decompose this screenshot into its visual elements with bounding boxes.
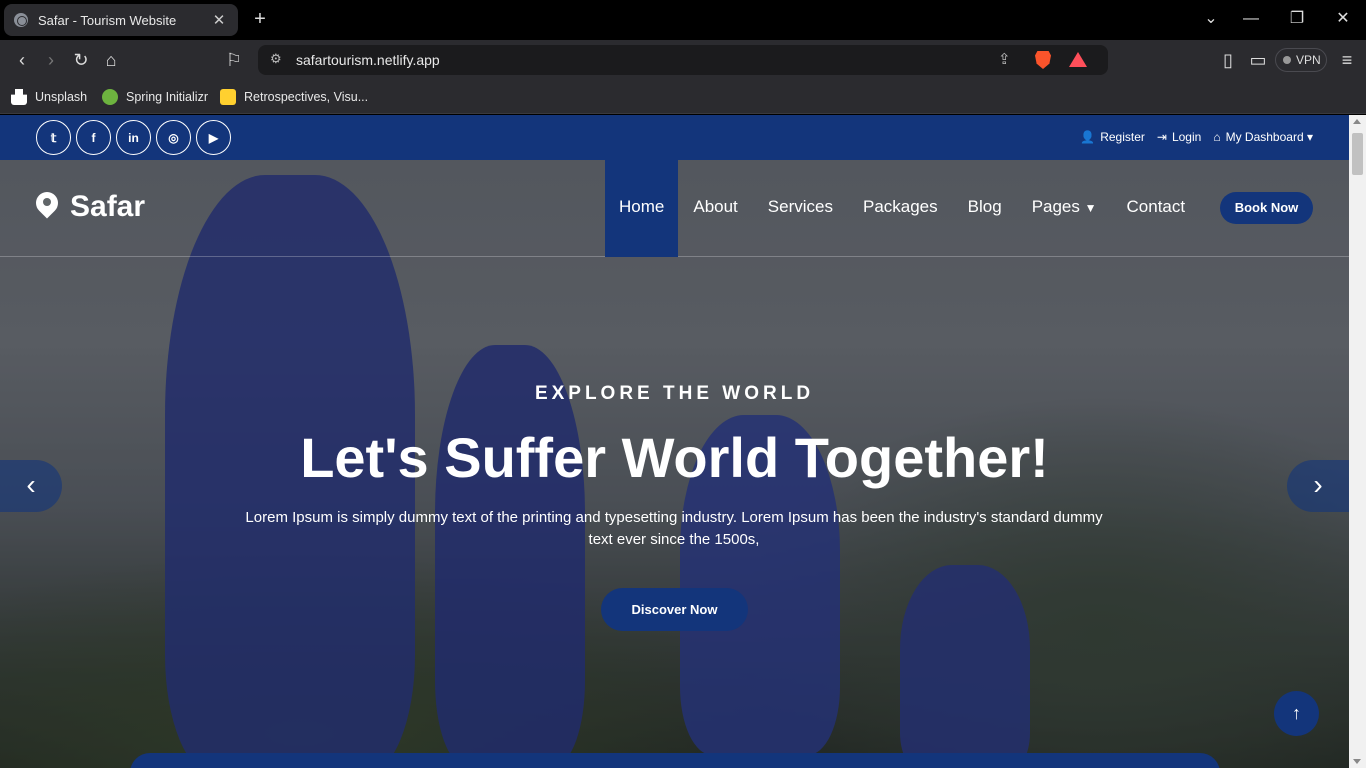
brave-shields-icon[interactable] <box>1035 51 1051 69</box>
nav-pages-label: Pages <box>1031 197 1080 216</box>
browser-tab[interactable]: Safar - Tourism Website ✕ <box>4 4 238 36</box>
bookmark-icon[interactable]: ⚐ <box>221 48 247 72</box>
caret-down-icon: ▾ <box>1306 130 1313 144</box>
browser-toolbar: ‹ › ↻ ⌂ ⚐ ⚙ safartourism.netlify.app ⇪ ▯… <box>0 40 1366 80</box>
nav-pages-dropdown[interactable]: Pages ▼ <box>1017 160 1112 257</box>
minimize-button[interactable]: — <box>1236 8 1266 30</box>
sign-in-icon: ⇥ <box>1156 130 1167 144</box>
login-label: Login <box>1171 130 1202 144</box>
carousel-prev-button[interactable]: ‹ <box>0 460 62 512</box>
chevron-right-icon: › <box>1313 469 1323 500</box>
nav-menu: Home About Services Packages Blog Pages … <box>605 160 1200 257</box>
bookmark-label: Unsplash <box>35 90 88 104</box>
top-bar: 𝕥 f in ◎ ▶ 👤 Register ⇥ Login ⌂ My Dashboar… <box>0 115 1349 160</box>
register-link[interactable]: 👤 Register <box>1080 130 1145 144</box>
dashboard-dropdown[interactable]: ⌂ My Dashboard ▾ <box>1213 130 1313 144</box>
bookmark-retrospectives[interactable]: Retrospectives, Visu... <box>220 87 368 107</box>
site-logo[interactable]: Safar <box>36 190 145 224</box>
restore-button[interactable]: ❐ <box>1282 8 1312 30</box>
url-text: safartourism.netlify.app <box>296 52 440 68</box>
brave-rewards-icon[interactable] <box>1069 52 1087 67</box>
logo-text: Safar <box>70 190 146 223</box>
hero-headline: Let's Suffer World Together! <box>300 426 1049 489</box>
login-link[interactable]: ⇥ Login <box>1157 130 1201 144</box>
address-bar[interactable]: ⚙ safartourism.netlify.app ⇪ <box>258 45 1108 75</box>
nav-contact[interactable]: Contact <box>1112 160 1201 257</box>
house-icon: ⌂ <box>1213 130 1221 144</box>
scroll-up-icon[interactable] <box>1353 119 1361 124</box>
share-icon[interactable]: ⇪ <box>998 50 1011 68</box>
scrollbar-thumb[interactable] <box>1352 133 1363 175</box>
back-to-top-button[interactable]: ↑ <box>1274 691 1319 736</box>
bookmark-unsplash[interactable]: Unsplash <box>11 87 87 107</box>
youtube-icon[interactable]: ▶ <box>196 120 231 155</box>
nav-home[interactable]: Home <box>605 160 679 257</box>
tab-search-icon[interactable]: ⌄ <box>1196 8 1226 30</box>
discover-now-button[interactable]: Discover Now <box>601 588 748 631</box>
facebook-icon[interactable]: f <box>76 120 111 155</box>
miro-icon <box>220 89 236 105</box>
tab-title: Safar - Tourism Website <box>38 12 177 28</box>
menu-icon[interactable]: ≡ <box>1334 48 1360 72</box>
bookmarks-bar: Unsplash Spring Initializr Retrospective… <box>0 80 1366 114</box>
chevron-down-icon: ▼ <box>1084 201 1097 215</box>
site-settings-icon[interactable]: ⚙ <box>270 51 282 67</box>
nav-blog[interactable]: Blog <box>953 160 1017 257</box>
hero-eyebrow: EXPLORE THE WORLD <box>534 383 815 404</box>
register-label: Register <box>1100 130 1145 144</box>
arrow-up-icon: ↑ <box>1292 703 1301 723</box>
account-links: 👤 Register ⇥ Login ⌂ My Dashboard ▾ <box>1080 130 1313 144</box>
web-page: 𝕥 f in ◎ ▶ 👤 Register ⇥ Login ⌂ My Dashboar… <box>0 115 1349 768</box>
twitter-icon[interactable]: 𝕥 <box>36 120 71 155</box>
wallet-icon[interactable]: ▭ <box>1245 48 1271 72</box>
reload-button[interactable]: ↻ <box>68 48 94 72</box>
globe-icon <box>14 13 28 27</box>
new-tab-button[interactable]: + <box>250 8 270 30</box>
bookmark-label: Spring Initializr <box>126 90 208 104</box>
chevron-left-icon: ‹ <box>26 469 36 500</box>
nav-packages[interactable]: Packages <box>848 160 953 257</box>
sidebar-icon[interactable]: ▯ <box>1215 48 1241 72</box>
close-tab-icon[interactable]: ✕ <box>210 11 228 29</box>
linkedin-icon[interactable]: in <box>116 120 151 155</box>
search-panel-edge <box>130 753 1220 768</box>
user-icon: 👤 <box>1080 130 1096 144</box>
spring-icon <box>102 89 118 105</box>
vpn-button[interactable]: VPN <box>1275 48 1327 72</box>
dashboard-label: My Dashboard <box>1225 130 1304 144</box>
page-scrollbar[interactable] <box>1349 115 1366 768</box>
map-pin-icon <box>36 192 58 222</box>
carousel-next-button[interactable]: › <box>1287 460 1349 512</box>
hero-description: Lorem Ipsum is simply dummy text of the … <box>245 509 1103 548</box>
bookmark-label: Retrospectives, Visu... <box>244 90 369 104</box>
forward-button[interactable]: › <box>38 48 64 72</box>
close-window-button[interactable]: ✕ <box>1328 8 1358 30</box>
nav-about[interactable]: About <box>678 160 752 257</box>
home-icon[interactable]: ⌂ <box>98 48 124 72</box>
bookmark-spring-initializr[interactable]: Spring Initializr <box>102 87 208 107</box>
instagram-icon[interactable]: ◎ <box>156 120 191 155</box>
browser-tab-bar: Safar - Tourism Website ✕ + ⌄ — ❐ ✕ <box>0 0 1366 40</box>
unsplash-icon <box>11 89 27 105</box>
back-button[interactable]: ‹ <box>9 48 35 72</box>
main-navbar: Safar Home About Services Packages Blog … <box>0 160 1349 257</box>
nav-services[interactable]: Services <box>753 160 848 257</box>
book-now-button[interactable]: Book Now <box>1220 192 1313 224</box>
scroll-down-icon[interactable] <box>1353 759 1361 764</box>
